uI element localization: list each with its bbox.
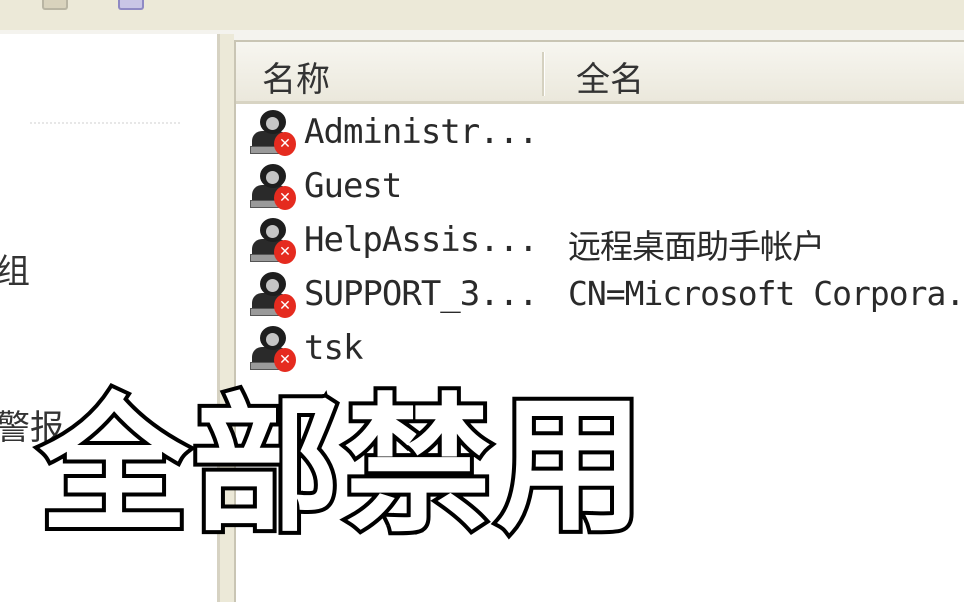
toolbar	[0, 0, 964, 30]
disabled-user-icon: ✕	[248, 110, 296, 158]
user-name: SUPPORT_3...	[304, 274, 539, 314]
toolbar-help-icon[interactable]	[118, 0, 144, 10]
disabled-user-icon: ✕	[248, 326, 296, 374]
list-item[interactable]: ✕ SUPPORT_3... CN=Microsoft Corpora.	[248, 270, 964, 322]
column-separator[interactable]	[542, 52, 545, 96]
list-header: 名称 全名	[236, 42, 964, 104]
overlay-caption: 全部禁用	[36, 380, 648, 552]
tree-item-groups-fragment[interactable]: 组	[0, 244, 30, 293]
list-item[interactable]: ✕ Guest	[248, 162, 964, 214]
user-name: tsk	[304, 328, 363, 368]
user-full-name: 远程桌面助手帐户	[568, 227, 825, 266]
list-item[interactable]: ✕ HelpAssis... 远程桌面助手帐户	[248, 216, 964, 268]
disabled-user-icon: ✕	[248, 218, 296, 266]
column-header-name[interactable]: 名称	[262, 52, 330, 101]
list-item[interactable]: ✕ Administr...	[248, 108, 964, 160]
user-name: HelpAssis...	[304, 220, 539, 260]
user-name: Administr...	[304, 112, 539, 152]
disabled-user-icon: ✕	[248, 272, 296, 320]
list-item[interactable]: ✕ tsk	[248, 324, 964, 376]
user-full-name: CN=Microsoft Corpora.	[568, 274, 964, 313]
user-name: Guest	[304, 166, 402, 206]
column-header-full-name[interactable]: 全名	[576, 52, 644, 101]
tree-divider	[30, 122, 180, 126]
toolbar-properties-icon[interactable]	[42, 0, 68, 10]
disabled-user-icon: ✕	[248, 164, 296, 212]
